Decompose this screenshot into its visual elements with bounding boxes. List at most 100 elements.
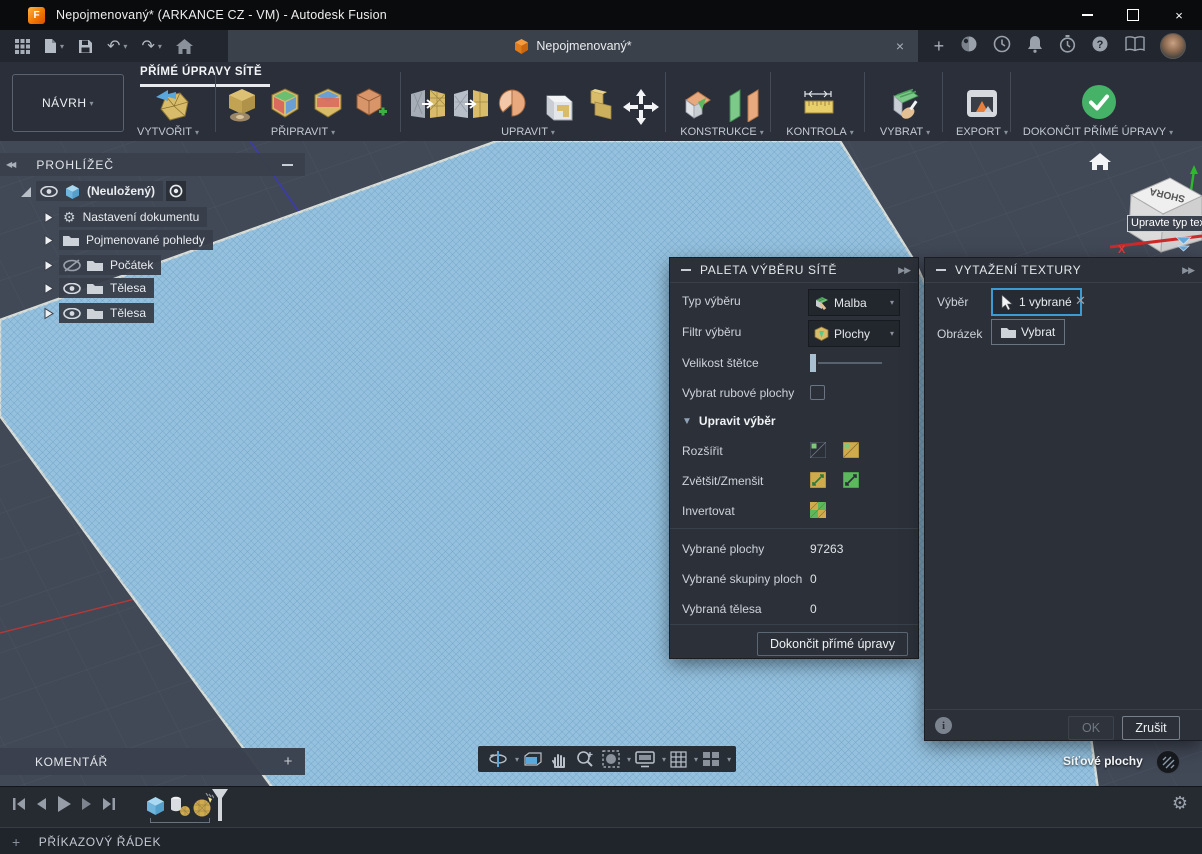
- expand-arrow-icon[interactable]: [37, 259, 59, 272]
- display-settings-icon[interactable]: [635, 751, 655, 768]
- remesh-icon[interactable]: [410, 88, 446, 125]
- collapse-dialog-icon[interactable]: [936, 269, 946, 271]
- group-select[interactable]: VYBRAT▾: [880, 126, 930, 138]
- viewports-icon[interactable]: [702, 751, 720, 767]
- group-finish[interactable]: DOKONČIT PŘÍMÉ ÚPRAVY▾: [1023, 126, 1173, 138]
- visibility-eye-icon[interactable]: [63, 283, 81, 294]
- group-inspect[interactable]: KONTROLA▾: [786, 126, 854, 138]
- timeline-feature-base-body[interactable]: [146, 796, 165, 820]
- texture-dialog-header[interactable]: VYTAŽENÍ TEXTURY ▶▶: [925, 258, 1202, 283]
- look-at-icon[interactable]: [523, 751, 543, 767]
- zoom-icon[interactable]: [576, 750, 594, 768]
- timeline-go-start-button[interactable]: [12, 797, 26, 811]
- repair-mesh-icon[interactable]: [227, 88, 257, 127]
- visibility-eye-icon[interactable]: [63, 308, 81, 319]
- shell-icon[interactable]: [539, 88, 573, 127]
- ok-button[interactable]: OK: [1068, 716, 1114, 740]
- redo-button[interactable]: ↷ ▾: [141, 36, 161, 56]
- caret-down-icon[interactable]: ▾: [627, 755, 631, 764]
- info-icon[interactable]: i: [935, 717, 952, 734]
- zoom-window-icon[interactable]: [602, 750, 620, 768]
- edit-selection-section[interactable]: ▼ Upravit výběr: [682, 414, 776, 428]
- paint-select-icon[interactable]: [886, 88, 920, 127]
- activate-component-radio[interactable]: [166, 181, 186, 201]
- expand-dialog-icon[interactable]: ▶▶: [898, 265, 910, 276]
- browser-item-bodies-2[interactable]: Tělesa: [37, 303, 154, 323]
- notifications-bell-icon[interactable]: [1027, 35, 1043, 58]
- new-file-button[interactable]: ▾: [44, 38, 64, 54]
- visibility-off-eye-icon[interactable]: [63, 259, 81, 272]
- combine-icon[interactable]: [581, 88, 615, 127]
- grow-shrink-button-2[interactable]: [843, 472, 859, 488]
- expand-dialog-icon[interactable]: ▶▶: [1182, 265, 1194, 276]
- group-construct[interactable]: KONSTRUKCE▾: [680, 126, 763, 138]
- collapse-panel-icon[interactable]: ◀◀: [6, 160, 14, 169]
- grow-shrink-button-1[interactable]: [810, 472, 826, 488]
- finish-check-icon[interactable]: [1081, 84, 1117, 125]
- browser-item-named-views[interactable]: Pojmenované pohledy: [37, 230, 213, 250]
- caret-down-icon[interactable]: ▾: [158, 42, 162, 51]
- expand-triangle-icon[interactable]: [14, 185, 36, 198]
- timeline-step-forward-button[interactable]: [81, 797, 93, 811]
- selection-chip[interactable]: 1 vybrané: [991, 288, 1082, 316]
- ribbon-tab-direct-mesh-edit[interactable]: PŘÍMÉ ÚPRAVY SÍTĚ: [140, 66, 262, 78]
- group-prepare[interactable]: PŘIPRAVIT▾: [271, 126, 335, 138]
- group-modify[interactable]: UPRAVIT▾: [501, 126, 555, 138]
- caret-down-icon[interactable]: ▾: [123, 42, 127, 51]
- environment-selector[interactable]: NÁVRH ▾: [12, 74, 124, 132]
- backfaces-checkbox[interactable]: [810, 385, 825, 400]
- finish-direct-edit-button[interactable]: Dokončit přímé úpravy: [757, 632, 908, 656]
- extensions-icon[interactable]: [960, 35, 978, 58]
- expand-arrow-icon[interactable]: [37, 282, 59, 295]
- selection-type-dropdown[interactable]: Malba ▾: [808, 289, 900, 316]
- expand-command-line-icon[interactable]: +: [12, 834, 21, 850]
- expand-arrow-icon[interactable]: [37, 307, 59, 320]
- cancel-button[interactable]: Zrušit: [1122, 716, 1180, 740]
- create-mesh-icon[interactable]: [152, 88, 192, 129]
- user-avatar[interactable]: [1160, 33, 1186, 59]
- comment-bar[interactable]: KOMENTÁŘ +: [0, 748, 305, 775]
- grid-settings-icon[interactable]: [670, 751, 687, 768]
- orbit-icon[interactable]: [488, 750, 508, 768]
- timeline-position-marker[interactable]: [211, 789, 229, 826]
- export-icon[interactable]: [965, 88, 999, 125]
- brush-size-slider-handle[interactable]: [810, 354, 816, 372]
- group-export[interactable]: EXPORT▾: [956, 126, 1008, 138]
- close-button[interactable]: ×: [1156, 0, 1202, 30]
- learning-book-icon[interactable]: [1125, 36, 1145, 57]
- caret-down-icon[interactable]: ▾: [515, 755, 519, 764]
- caret-down-icon[interactable]: ▾: [60, 42, 64, 51]
- image-select-button[interactable]: Vybrat: [991, 319, 1065, 345]
- caret-down-icon[interactable]: ▾: [694, 755, 698, 764]
- timeline-play-button[interactable]: [56, 795, 72, 813]
- browser-item-bodies-1[interactable]: Tělesa: [37, 278, 154, 298]
- clear-selection-icon[interactable]: ✕: [1075, 293, 1086, 309]
- move-icon[interactable]: [622, 88, 660, 131]
- app-grid-icon[interactable]: [15, 39, 30, 54]
- group-create[interactable]: VYTVOŘIT▾: [137, 126, 199, 138]
- midplane-icon[interactable]: [726, 88, 764, 127]
- close-tab-icon[interactable]: ×: [896, 38, 904, 54]
- caret-down-icon[interactable]: ▾: [662, 755, 666, 764]
- mesh-face-groups-icon[interactable]: [270, 88, 300, 125]
- expand-arrow-icon[interactable]: [37, 234, 59, 247]
- document-tab[interactable]: Nepojmenovaný* ×: [228, 30, 918, 62]
- new-tab-button[interactable]: +: [934, 36, 945, 57]
- mesh-faces-badge-icon[interactable]: [1156, 750, 1180, 774]
- grow-selection-button[interactable]: [810, 442, 826, 458]
- caret-down-icon[interactable]: ▾: [727, 755, 731, 764]
- timeline-settings-gear-icon[interactable]: ⚙: [1172, 793, 1188, 814]
- save-button[interactable]: [78, 39, 93, 54]
- add-face-group-icon[interactable]: [355, 88, 387, 125]
- smooth-icon[interactable]: [497, 88, 527, 125]
- visibility-eye-icon[interactable]: [40, 186, 58, 197]
- add-comment-icon[interactable]: +: [284, 753, 293, 770]
- maximize-button[interactable]: [1110, 0, 1156, 30]
- help-icon[interactable]: ?: [1091, 35, 1109, 58]
- pan-hand-icon[interactable]: [551, 751, 568, 768]
- browser-item-document-settings[interactable]: ⚙ Nastavení dokumentu: [37, 207, 207, 227]
- generate-face-groups-icon[interactable]: [313, 88, 343, 125]
- job-status-icon[interactable]: [993, 35, 1011, 58]
- timeline-step-back-button[interactable]: [35, 797, 47, 811]
- stopwatch-icon[interactable]: [1059, 35, 1076, 58]
